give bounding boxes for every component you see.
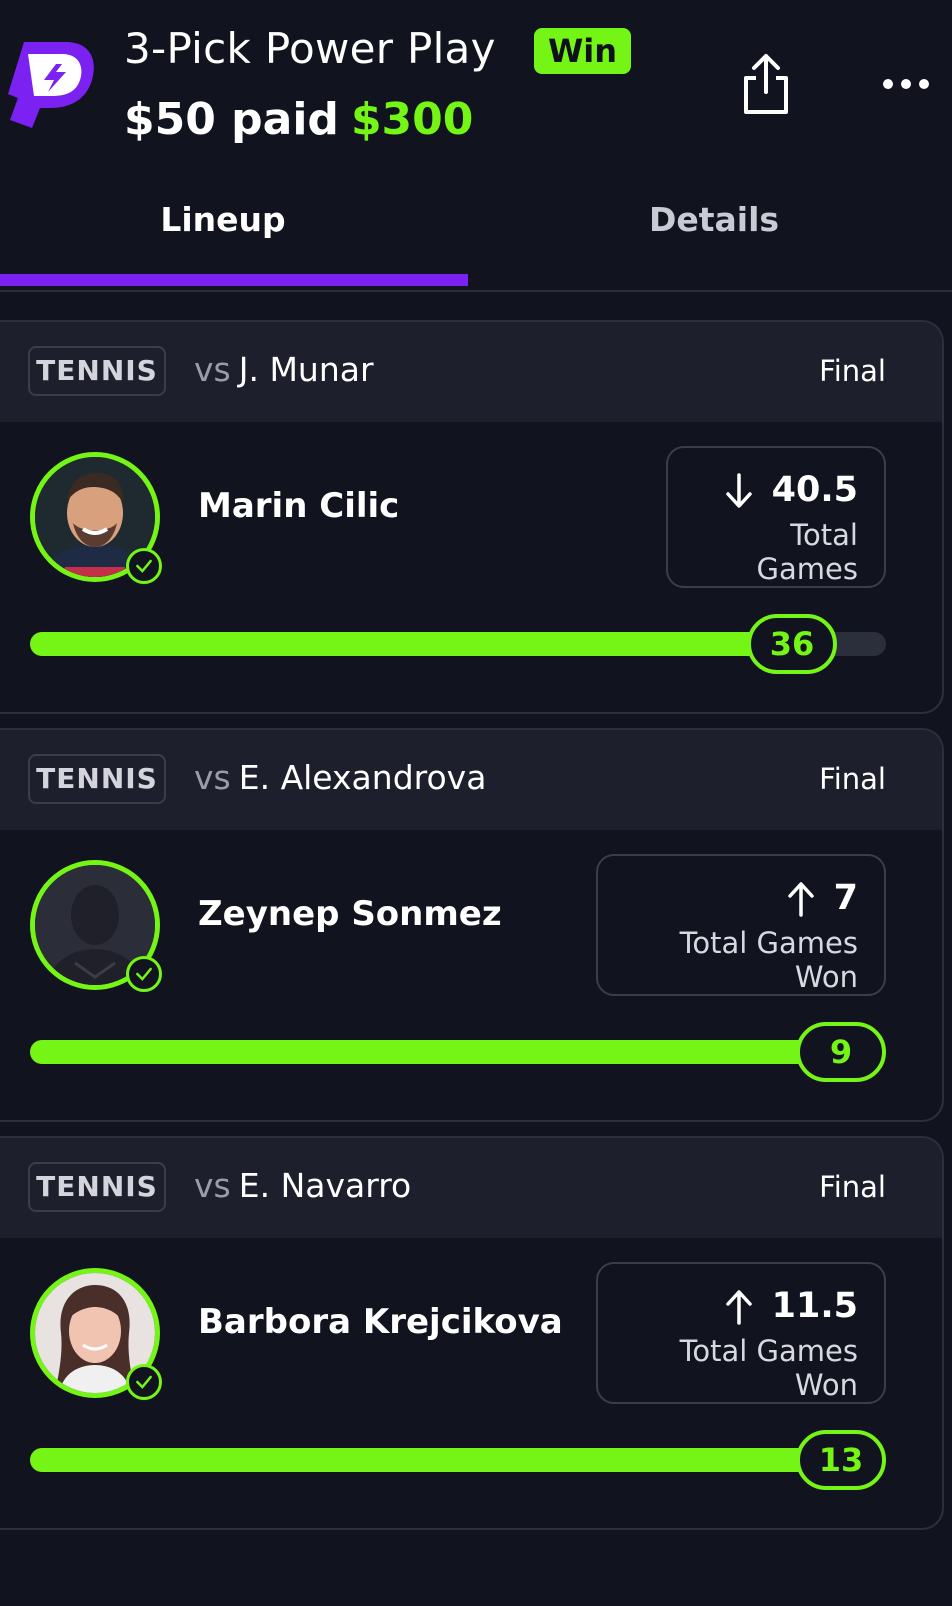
active-tab-indicator (0, 274, 468, 286)
matchup: vs E. Alexandrova (194, 758, 486, 797)
player-avatar (30, 1268, 162, 1400)
pick-card[interactable]: TENNIS vs J. Munar Final Marin Cilic 40.5… (0, 320, 944, 714)
progress-fill (30, 632, 792, 656)
check-icon (126, 548, 162, 584)
sport-badge: TENNIS (28, 1162, 166, 1212)
tab-details[interactable]: Details (476, 200, 952, 239)
player-name: Marin Cilic (198, 486, 400, 526)
paid-text: $50 paid (124, 94, 339, 145)
app-logo (8, 42, 94, 128)
win-badge: Win (534, 28, 632, 74)
stat-line-box: 7 Total Games Won (596, 854, 886, 996)
sport-badge: TENNIS (28, 346, 166, 396)
result-bubble: 9 (796, 1022, 886, 1082)
game-status: Final (819, 762, 886, 796)
player-name: Barbora Krejcikova (198, 1302, 563, 1342)
header: 3-Pick Power Play Win $50 paid $300 (0, 0, 952, 170)
progress-bar: 13 (30, 1430, 886, 1490)
tab-bar: Lineup Details (0, 170, 952, 292)
stat-line-box: 11.5 Total Games Won (596, 1262, 886, 1404)
progress-fill (30, 1040, 841, 1064)
stat-line-value: 11.5 (771, 1286, 858, 1326)
vs-prefix: vs (194, 1166, 231, 1205)
page-title: 3-Pick Power Play (124, 24, 496, 73)
arrow-down-icon (725, 473, 752, 508)
stat-line-box: 40.5 Total Games (666, 446, 886, 588)
player-name: Zeynep Sonmez (198, 894, 502, 934)
result-bubble: 13 (796, 1430, 886, 1490)
progress-bar: 36 (30, 614, 886, 674)
opponent-name: E. Navarro (238, 1166, 412, 1205)
progress-fill (30, 1448, 841, 1472)
check-icon (126, 1364, 162, 1400)
vs-prefix: vs (194, 758, 231, 797)
stat-type: Total Games (756, 518, 858, 586)
result-bubble: 36 (747, 614, 837, 674)
matchup: vs E. Navarro (194, 1166, 411, 1205)
stat-line-value: 7 (833, 878, 858, 918)
matchup: vs J. Munar (194, 350, 374, 389)
pick-card[interactable]: TENNIS vs E. Navarro Final Barbora Krejci… (0, 1136, 944, 1530)
player-avatar (30, 452, 162, 584)
arrow-up-icon (787, 882, 814, 917)
game-status: Final (819, 354, 886, 388)
sport-badge: TENNIS (28, 754, 166, 804)
stat-type: Total Games Won (679, 1334, 858, 1402)
opponent-name: J. Munar (238, 350, 374, 389)
pick-card[interactable]: TENNIS vs E. Alexandrova Final Zeynep Son… (0, 728, 944, 1122)
pick-card-header: TENNIS vs E. Alexandrova Final (0, 730, 942, 830)
stat-type: Total Games Won (679, 926, 858, 994)
player-avatar (30, 860, 162, 992)
tab-lineup[interactable]: Lineup (0, 200, 446, 239)
pick-card-header: TENNIS vs E. Navarro Final (0, 1138, 942, 1238)
vs-prefix: vs (194, 350, 231, 389)
check-icon (126, 956, 162, 992)
opponent-name: E. Alexandrova (238, 758, 487, 797)
more-options-icon[interactable] (880, 70, 936, 98)
payout-amount: $300 (350, 94, 474, 145)
stat-line-value: 40.5 (771, 470, 858, 510)
progress-bar: 9 (30, 1022, 886, 1082)
arrow-up-icon (725, 1290, 752, 1325)
share-icon[interactable] (738, 52, 794, 116)
pick-card-header: TENNIS vs J. Munar Final (0, 322, 942, 422)
game-status: Final (819, 1170, 886, 1204)
payout-summary: $50 paid $300 (124, 94, 473, 145)
